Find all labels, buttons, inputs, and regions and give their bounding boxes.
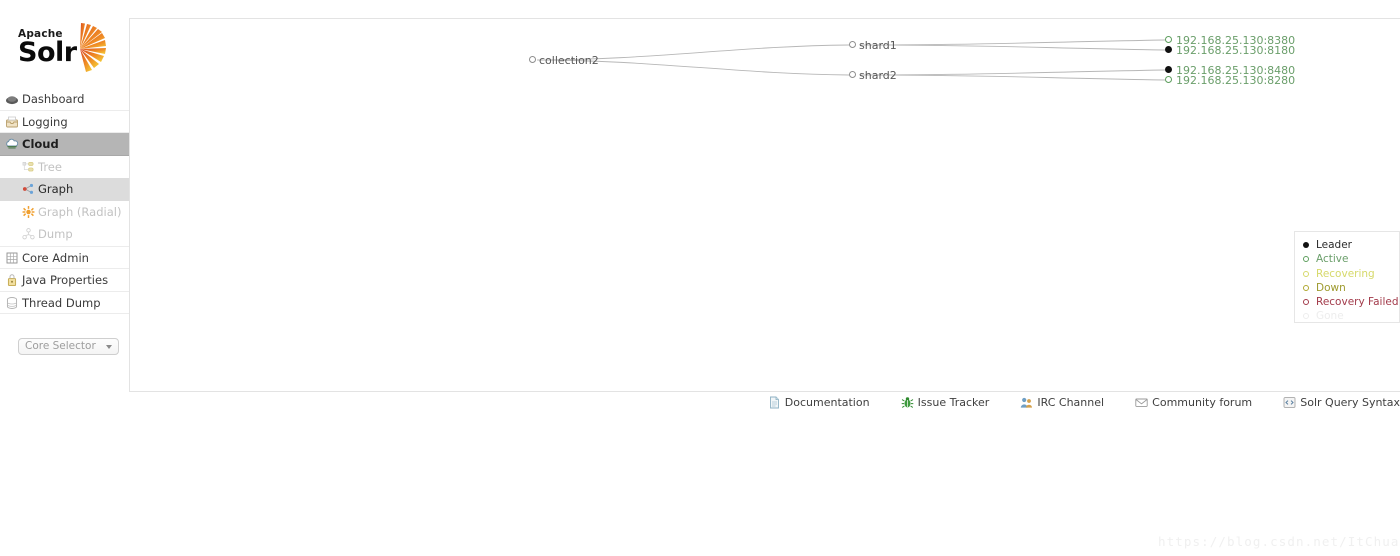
sidebar-item-label: Graph <box>38 182 74 196</box>
cloud-graph-panel: collection2 shard1 shard2 192.168.25.130… <box>129 18 1400 392</box>
graph-node-marker-replica-8380[interactable] <box>1165 36 1172 43</box>
legend-label: Down <box>1316 281 1346 294</box>
legend-marker-gone <box>1303 313 1309 320</box>
dashboard-icon <box>6 96 18 105</box>
code-icon <box>1283 397 1296 408</box>
sidebar-item-label: Java Properties <box>22 273 109 287</box>
people-icon <box>1021 397 1033 408</box>
footer-link-label: Solr Query Syntax <box>1300 396 1400 409</box>
sidebar-item-graph[interactable]: Graph <box>0 178 129 201</box>
logging-icon <box>6 116 18 127</box>
graph-node-label-replica-8180[interactable]: 192.168.25.130:8180 <box>1176 45 1295 56</box>
graph-node-label-shard2[interactable]: shard2 <box>859 70 897 81</box>
sidebar-item-label: Cloud <box>22 137 59 151</box>
footer-link-label: Documentation <box>784 396 870 409</box>
sidebar: Apache Solr Dashboard Logging Cloud Tree… <box>0 0 129 556</box>
sidebar-item-dashboard[interactable]: Dashboard <box>0 88 129 111</box>
legend-row-gone: Gone <box>1303 309 1399 323</box>
sidebar-item-label: Logging <box>22 114 68 129</box>
sidebar-item-label: Tree <box>38 159 62 174</box>
graph-node-label-collection[interactable]: collection2 <box>539 55 599 66</box>
thread-dump-icon <box>6 296 18 309</box>
sidebar-item-thread-dump[interactable]: Thread Dump <box>0 292 129 314</box>
graph-node-label-replica-8280[interactable]: 192.168.25.130:8280 <box>1176 75 1295 86</box>
legend-marker-recovery-failed <box>1303 299 1309 306</box>
legend-row-recovery-failed: Recovery Failed <box>1303 295 1399 309</box>
java-properties-icon <box>7 274 17 287</box>
sidebar-item-java-properties[interactable]: Java Properties <box>0 269 129 292</box>
footer-link-community-forum[interactable]: Community forum <box>1135 396 1252 410</box>
sidebar-item-logging[interactable]: Logging <box>0 111 129 133</box>
graph-node-marker-replica-8180[interactable] <box>1165 46 1172 53</box>
dump-icon <box>22 228 35 240</box>
legend-marker-down <box>1303 284 1309 291</box>
graph-node-marker-collection[interactable] <box>529 56 536 63</box>
footer-link-label: Issue Tracker <box>917 396 990 409</box>
solr-sunburst-logo-icon <box>80 23 106 72</box>
graph-legend: Leader Active Recovering Down Recovery F… <box>1294 231 1400 323</box>
legend-row-down: Down <box>1303 281 1399 295</box>
core-admin-icon <box>6 252 18 263</box>
chevron-down-icon <box>106 345 112 349</box>
legend-label: Recovering <box>1316 267 1375 280</box>
sidebar-item-tree[interactable]: Tree <box>0 156 129 179</box>
graph-node-marker-shard2[interactable] <box>849 71 856 78</box>
legend-row-leader: Leader <box>1303 238 1399 252</box>
document-icon <box>769 396 779 409</box>
sidebar-item-cloud[interactable]: Cloud <box>0 133 129 156</box>
sidebar-nav: Dashboard Logging Cloud Tree Graph Graph… <box>0 88 129 314</box>
cloud-icon <box>6 138 19 149</box>
legend-row-active: Active <box>1303 252 1399 266</box>
graph-radial-icon <box>22 205 35 218</box>
core-selector-dropdown[interactable]: Core Selector <box>18 338 119 355</box>
footer-link-solr-query-syntax[interactable]: Solr Query Syntax <box>1283 396 1400 410</box>
sidebar-item-dump[interactable]: Dump <box>0 223 129 246</box>
graph-node-marker-replica-8280[interactable] <box>1165 76 1172 83</box>
core-selector-value: Core Selector <box>25 340 96 352</box>
sidebar-item-label: Dump <box>38 227 73 241</box>
sidebar-item-graph-radial[interactable]: Graph (Radial) <box>0 201 129 224</box>
envelope-icon <box>1135 398 1148 407</box>
legend-label: Recovery Failed <box>1316 296 1399 309</box>
sidebar-item-label: Dashboard <box>22 92 85 106</box>
legend-marker-leader <box>1303 242 1309 248</box>
legend-marker-active <box>1303 256 1309 263</box>
bug-icon <box>901 397 913 408</box>
legend-label: Active <box>1316 253 1349 266</box>
tree-icon <box>22 161 34 171</box>
graph-icon <box>22 183 34 194</box>
solr-logo[interactable]: Apache Solr <box>18 22 120 74</box>
legend-label: Gone <box>1316 310 1344 323</box>
footer-link-irc-channel[interactable]: IRC Channel <box>1020 396 1104 410</box>
footer-link-label: Community forum <box>1152 396 1253 409</box>
graph-node-marker-replica-8480[interactable] <box>1165 66 1172 73</box>
solr-admin-page: Apache Solr Dashboard Logging Cloud Tree… <box>0 0 1400 556</box>
footer-link-documentation[interactable]: Documentation <box>768 396 870 410</box>
graph-node-label-shard1[interactable]: shard1 <box>859 40 897 51</box>
sidebar-item-label: Thread Dump <box>22 295 101 310</box>
sidebar-item-core-admin[interactable]: Core Admin <box>0 247 129 269</box>
sidebar-item-label: Core Admin <box>22 250 89 265</box>
footer-links: Documentation Issue Tracker IRC Channel … <box>129 396 1400 416</box>
legend-row-recovering: Recovering <box>1303 267 1399 281</box>
legend-marker-recovering <box>1303 270 1309 277</box>
footer-link-label: IRC Channel <box>1037 396 1105 409</box>
footer-link-issue-tracker[interactable]: Issue Tracker <box>901 396 990 410</box>
sidebar-item-label: Graph (Radial) <box>38 204 122 219</box>
graph-node-marker-shard1[interactable] <box>849 41 856 48</box>
watermark-text: https://blog.csdn.net/ItChuangyi <box>1158 534 1400 549</box>
legend-label: Leader <box>1316 239 1353 251</box>
